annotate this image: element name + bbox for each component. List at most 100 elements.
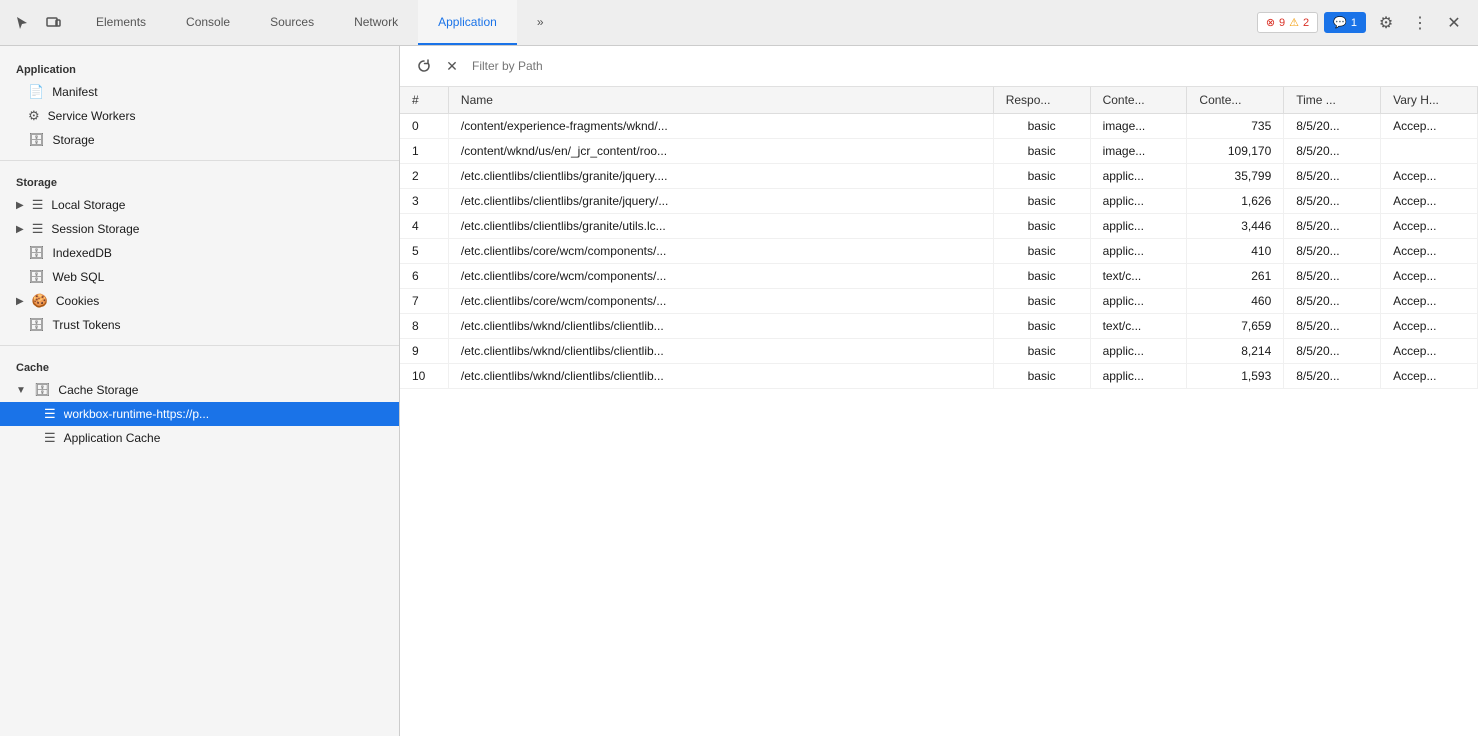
cell-vary: Accep... — [1381, 189, 1478, 214]
cell-content-type: applic... — [1090, 239, 1187, 264]
sidebar-item-session-storage[interactable]: ▶ ☰ Session Storage — [0, 217, 399, 241]
cell-content-type: applic... — [1090, 189, 1187, 214]
table-header-row: # Name Respo... Conte... Conte... Time .… — [400, 87, 1478, 114]
cell-content-length: 410 — [1187, 239, 1284, 264]
cell-vary: Accep... — [1381, 114, 1478, 139]
cell-response: basic — [993, 164, 1090, 189]
cell-num: 8 — [400, 314, 448, 339]
cell-content-type: text/c... — [1090, 314, 1187, 339]
cell-content-type: image... — [1090, 114, 1187, 139]
cell-name: /etc.clientlibs/clientlibs/granite/utils… — [448, 214, 993, 239]
cell-time: 8/5/20... — [1284, 164, 1381, 189]
cell-num: 10 — [400, 364, 448, 389]
col-header-response: Respo... — [993, 87, 1090, 114]
cell-num: 3 — [400, 189, 448, 214]
table-row[interactable]: 9 /etc.clientlibs/wknd/clientlibs/client… — [400, 339, 1478, 364]
settings-icon[interactable]: ⚙ — [1372, 9, 1400, 37]
sidebar-item-indexeddb[interactable]: 🗄 IndexedDB — [0, 241, 399, 265]
cell-time: 8/5/20... — [1284, 114, 1381, 139]
cell-time: 8/5/20... — [1284, 214, 1381, 239]
cell-name: /content/experience-fragments/wknd/... — [448, 114, 993, 139]
table-row[interactable]: 10 /etc.clientlibs/wknd/clientlibs/clien… — [400, 364, 1478, 389]
close-icon[interactable]: ✕ — [1440, 9, 1468, 37]
tab-sources[interactable]: Sources — [250, 0, 334, 45]
filter-input[interactable] — [468, 57, 1466, 75]
refresh-button[interactable] — [412, 54, 436, 78]
cookies-icon: 🍪 — [32, 293, 48, 309]
sidebar-item-manifest[interactable]: 📄 Manifest — [0, 80, 399, 104]
table-scroll[interactable]: # Name Respo... Conte... Conte... Time .… — [400, 87, 1478, 736]
table-row[interactable]: 1 /content/wknd/us/en/_jcr_content/roo..… — [400, 139, 1478, 164]
content-panel: ✕ # Name Respo... Conte... Conte... Time… — [400, 46, 1478, 736]
cell-vary: Accep... — [1381, 264, 1478, 289]
tab-console[interactable]: Console — [166, 0, 250, 45]
col-header-vary: Vary H... — [1381, 87, 1478, 114]
device-toggle-icon[interactable] — [40, 9, 68, 37]
sidebar-item-trust-tokens[interactable]: 🗄 Trust Tokens — [0, 313, 399, 337]
error-badge[interactable]: ⊗ 9 ⚠ 2 — [1257, 12, 1318, 33]
cell-response: basic — [993, 289, 1090, 314]
main-tabs: Elements Console Sources Network Applica… — [76, 0, 1247, 45]
sidebar-item-workbox-runtime[interactable]: ☰ workbox-runtime-https://p... — [0, 402, 399, 426]
table-row[interactable]: 0 /content/experience-fragments/wknd/...… — [400, 114, 1478, 139]
table-row[interactable]: 8 /etc.clientlibs/wknd/clientlibs/client… — [400, 314, 1478, 339]
sidebar-divider-1 — [0, 160, 399, 161]
sidebar-item-local-storage[interactable]: ▶ ☰ Local Storage — [0, 193, 399, 217]
sidebar-item-websql[interactable]: 🗄 Web SQL — [0, 265, 399, 289]
sidebar-item-cache-storage[interactable]: ▼ 🗄 Cache Storage — [0, 378, 399, 402]
tab-more[interactable]: » — [517, 0, 564, 45]
cell-response: basic — [993, 139, 1090, 164]
cell-num: 1 — [400, 139, 448, 164]
storage-section-header: Storage — [0, 169, 399, 193]
sidebar-item-application-cache[interactable]: ☰ Application Cache — [0, 426, 399, 450]
cell-name: /etc.clientlibs/core/wcm/components/... — [448, 264, 993, 289]
cell-content-length: 261 — [1187, 264, 1284, 289]
cursor-icon[interactable] — [8, 9, 36, 37]
chevron-right-icon-3: ▶ — [16, 296, 24, 307]
table-row[interactable]: 3 /etc.clientlibs/clientlibs/granite/jqu… — [400, 189, 1478, 214]
cell-response: basic — [993, 189, 1090, 214]
table-row[interactable]: 5 /etc.clientlibs/core/wcm/components/..… — [400, 239, 1478, 264]
table-row[interactable]: 7 /etc.clientlibs/core/wcm/components/..… — [400, 289, 1478, 314]
application-cache-icon: ☰ — [44, 430, 56, 446]
message-badge[interactable]: 💬 1 — [1324, 12, 1366, 33]
cell-content-type: applic... — [1090, 339, 1187, 364]
cell-num: 2 — [400, 164, 448, 189]
chevron-right-icon: ▶ — [16, 200, 24, 211]
cell-vary: Accep... — [1381, 314, 1478, 339]
application-section-header: Application — [0, 56, 399, 80]
cell-name: /etc.clientlibs/core/wcm/components/... — [448, 239, 993, 264]
clear-button[interactable]: ✕ — [440, 54, 464, 78]
cell-response: basic — [993, 114, 1090, 139]
cell-name: /etc.clientlibs/clientlibs/granite/jquer… — [448, 189, 993, 214]
cell-content-length: 1,626 — [1187, 189, 1284, 214]
tab-application[interactable]: Application — [418, 0, 517, 45]
more-options-icon[interactable]: ⋮ — [1406, 9, 1434, 37]
local-storage-icon: ☰ — [32, 197, 44, 213]
cell-name: /etc.clientlibs/wknd/clientlibs/clientli… — [448, 314, 993, 339]
main-layout: Application 📄 Manifest ⚙ Service Workers… — [0, 46, 1478, 736]
cell-num: 6 — [400, 264, 448, 289]
trust-tokens-icon: 🗄 — [28, 317, 45, 333]
tab-network[interactable]: Network — [334, 0, 418, 45]
storage-icon: 🗄 — [28, 132, 45, 148]
session-storage-icon: ☰ — [32, 221, 44, 237]
sidebar-item-storage[interactable]: 🗄 Storage — [0, 128, 399, 152]
devtools-icons — [0, 0, 76, 45]
cell-name: /etc.clientlibs/clientlibs/granite/jquer… — [448, 164, 993, 189]
table-row[interactable]: 6 /etc.clientlibs/core/wcm/components/..… — [400, 264, 1478, 289]
cell-content-type: applic... — [1090, 289, 1187, 314]
cell-content-type: text/c... — [1090, 264, 1187, 289]
tab-bar-actions: ⊗ 9 ⚠ 2 💬 1 ⚙ ⋮ ✕ — [1247, 0, 1478, 45]
sidebar-item-service-workers[interactable]: ⚙ Service Workers — [0, 104, 399, 128]
cell-content-length: 8,214 — [1187, 339, 1284, 364]
tab-elements[interactable]: Elements — [76, 0, 166, 45]
cell-time: 8/5/20... — [1284, 239, 1381, 264]
table-row[interactable]: 4 /etc.clientlibs/clientlibs/granite/uti… — [400, 214, 1478, 239]
sidebar-item-cookies[interactable]: ▶ 🍪 Cookies — [0, 289, 399, 313]
cell-content-type: applic... — [1090, 164, 1187, 189]
cache-table: # Name Respo... Conte... Conte... Time .… — [400, 87, 1478, 389]
service-workers-icon: ⚙ — [28, 108, 40, 124]
cell-content-length: 3,446 — [1187, 214, 1284, 239]
table-row[interactable]: 2 /etc.clientlibs/clientlibs/granite/jqu… — [400, 164, 1478, 189]
